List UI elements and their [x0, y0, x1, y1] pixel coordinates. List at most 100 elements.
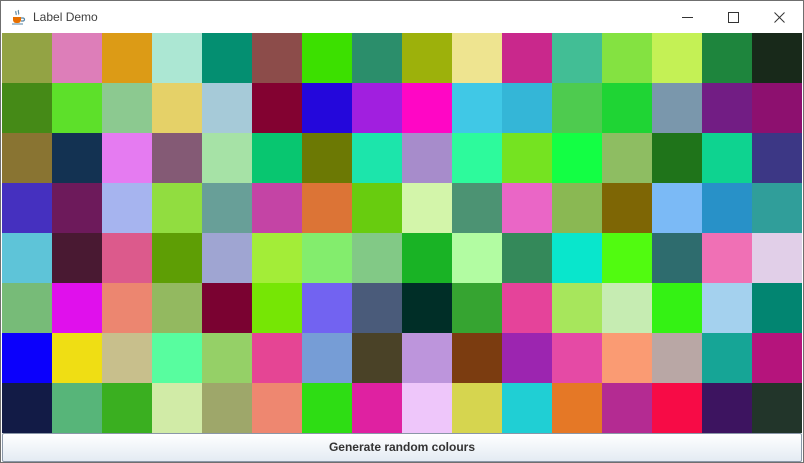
color-label	[102, 183, 152, 233]
color-label	[702, 83, 752, 133]
color-label	[702, 233, 752, 283]
color-label	[752, 83, 802, 133]
color-label	[52, 283, 102, 333]
color-label	[552, 183, 602, 233]
color-label	[202, 233, 252, 283]
color-label	[552, 83, 602, 133]
color-label	[702, 183, 752, 233]
color-grid	[2, 33, 802, 433]
color-label	[702, 333, 752, 383]
generate-random-colours-button[interactable]: Generate random colours	[2, 433, 802, 462]
color-label	[652, 83, 702, 133]
java-coffee-cup-icon	[10, 9, 26, 25]
color-label	[2, 133, 52, 183]
color-label	[652, 33, 702, 83]
color-label	[252, 283, 302, 333]
color-label	[102, 333, 152, 383]
color-label	[752, 183, 802, 233]
color-label	[402, 233, 452, 283]
color-label	[452, 133, 502, 183]
color-label	[452, 83, 502, 133]
color-label	[102, 83, 152, 133]
color-label	[452, 283, 502, 333]
color-label	[352, 233, 402, 283]
color-label	[602, 283, 652, 333]
color-label	[152, 33, 202, 83]
color-label	[752, 283, 802, 333]
color-label	[2, 83, 52, 133]
color-label	[302, 33, 352, 83]
color-label	[202, 333, 252, 383]
color-label	[352, 283, 402, 333]
close-icon	[774, 12, 785, 23]
color-label	[602, 233, 652, 283]
color-label	[452, 333, 502, 383]
color-label	[302, 333, 352, 383]
color-label	[602, 383, 652, 433]
color-label	[552, 33, 602, 83]
color-label	[302, 83, 352, 133]
color-label	[502, 33, 552, 83]
color-label	[152, 333, 202, 383]
color-label	[352, 333, 402, 383]
color-label	[152, 283, 202, 333]
color-label	[452, 33, 502, 83]
color-label	[602, 333, 652, 383]
color-label	[2, 333, 52, 383]
color-label	[702, 133, 752, 183]
window-title: Label Demo	[33, 10, 98, 24]
color-label	[502, 333, 552, 383]
color-label	[502, 283, 552, 333]
color-label	[152, 83, 202, 133]
color-label	[52, 233, 102, 283]
color-label	[202, 33, 252, 83]
color-label	[202, 83, 252, 133]
color-label	[602, 83, 652, 133]
color-label	[352, 133, 402, 183]
color-label	[502, 183, 552, 233]
color-label	[502, 233, 552, 283]
color-label	[702, 383, 752, 433]
minimize-button[interactable]	[665, 1, 711, 33]
color-label	[552, 333, 602, 383]
color-label	[502, 383, 552, 433]
color-label	[2, 283, 52, 333]
color-label	[652, 183, 702, 233]
color-label	[252, 33, 302, 83]
color-label	[502, 133, 552, 183]
close-button[interactable]	[757, 1, 803, 33]
color-label	[252, 133, 302, 183]
color-label	[702, 33, 752, 83]
color-label	[152, 383, 202, 433]
color-label	[402, 383, 452, 433]
maximize-icon	[728, 12, 739, 23]
color-label	[2, 183, 52, 233]
maximize-button[interactable]	[711, 1, 757, 33]
title-bar[interactable]: Label Demo	[1, 1, 803, 33]
color-label	[752, 33, 802, 83]
color-label	[302, 133, 352, 183]
color-label	[602, 183, 652, 233]
color-label	[52, 33, 102, 83]
color-label	[652, 283, 702, 333]
color-label	[252, 383, 302, 433]
color-label	[102, 383, 152, 433]
color-label	[402, 183, 452, 233]
color-label	[752, 383, 802, 433]
color-label	[302, 383, 352, 433]
color-label	[652, 233, 702, 283]
color-label	[502, 83, 552, 133]
color-label	[302, 233, 352, 283]
color-label	[102, 233, 152, 283]
color-label	[752, 133, 802, 183]
color-label	[52, 333, 102, 383]
color-label	[302, 283, 352, 333]
color-label	[202, 383, 252, 433]
color-label	[552, 233, 602, 283]
color-label	[2, 233, 52, 283]
color-label	[452, 383, 502, 433]
color-label	[652, 383, 702, 433]
color-label	[52, 83, 102, 133]
color-label	[252, 183, 302, 233]
color-label	[402, 283, 452, 333]
